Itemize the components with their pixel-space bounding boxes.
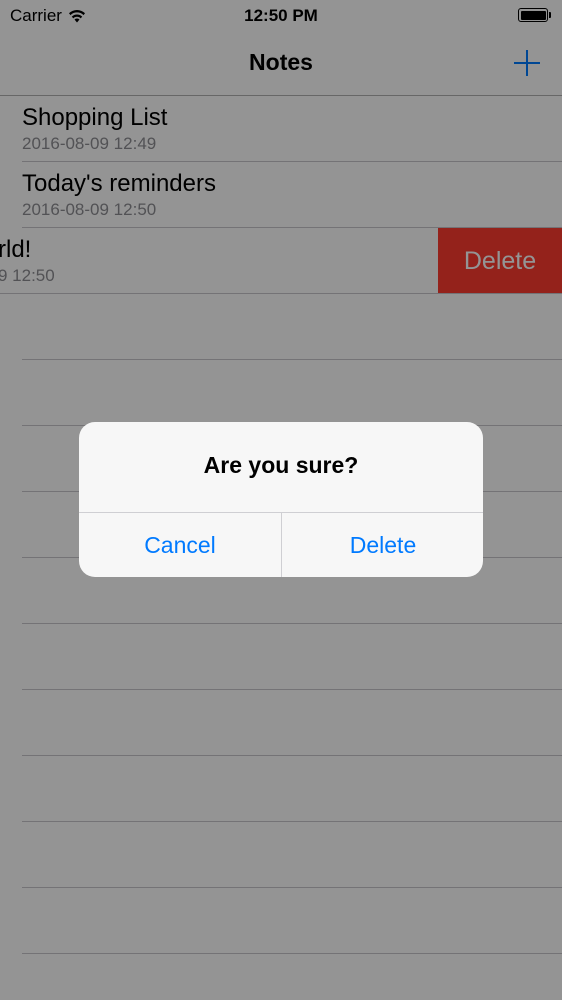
confirm-alert: Are you sure? Cancel Delete [79,422,483,577]
confirm-delete-button[interactable]: Delete [282,513,483,577]
cancel-button[interactable]: Cancel [79,513,281,577]
alert-title: Are you sure? [203,452,359,478]
